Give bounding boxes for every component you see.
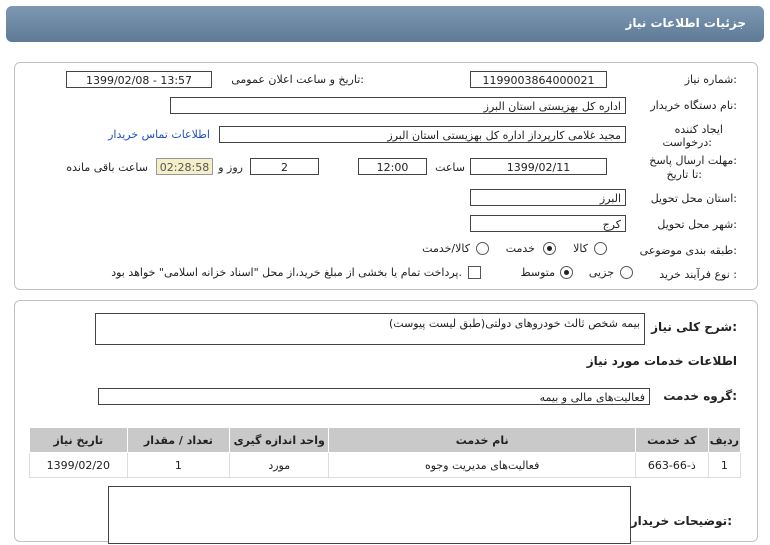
service-group-field: فعالیت‌های مالی و بیمه [98, 388, 650, 405]
category-radio-goods[interactable] [594, 242, 607, 255]
days-remaining-field: 2 [250, 158, 319, 175]
announce-datetime-label: تاریخ و ساعت اعلان عمومی: [231, 73, 364, 86]
process-radio-minor[interactable] [620, 266, 633, 279]
category-option-goods-service: کالا/خدمت [422, 242, 470, 255]
deadline-time-field: 12:00 [358, 158, 427, 175]
process-radio-medium[interactable] [560, 266, 573, 279]
cell-unit: مورد [229, 452, 330, 478]
category-label: طبقه بندی موضوعی: [639, 244, 737, 257]
deadline-label-line1: مهلت ارسال پاسخ: [649, 154, 737, 167]
deadline-time-label: ساعت [435, 161, 465, 174]
col-service-code: کد خدمت [634, 427, 709, 453]
province-label: استان محل تحویل: [650, 192, 737, 205]
cell-row: 1 [707, 452, 742, 478]
services-heading: اطلاعات خدمات مورد نیاز [586, 354, 737, 368]
cell-service-name: فعالیت‌های مدیریت وجوه [328, 452, 636, 478]
page-title: جزئیات اطلاعات نیاز [625, 16, 746, 30]
col-service-name: نام خدمت [328, 427, 636, 453]
deadline-date-field: 1399/02/11 [470, 158, 607, 175]
description-label: شرح کلی نیاز: [651, 320, 737, 334]
deadline-label-line2: تا تاریخ: [666, 168, 702, 181]
remaining-time-field: 02:28:58 [156, 158, 213, 175]
announce-datetime-field: 1399/02/08 - 13:57 [66, 71, 212, 88]
days-label: روز و [218, 161, 243, 174]
col-unit: واحد اندازه گیری [229, 427, 330, 453]
city-label: شهر محل تحویل: [657, 218, 737, 231]
process-option-minor: جزیی [588, 266, 614, 279]
buyer-notes-label: توضیحات خریدار: [630, 514, 732, 528]
col-date: تاریخ نیاز [29, 427, 128, 453]
buyer-org-label: نام دستگاه خریدار: [650, 99, 737, 112]
creator-label-line1: ایجاد کننده [674, 123, 723, 136]
category-radio-goods-service[interactable] [476, 242, 489, 255]
cell-date: 1399/02/20 [29, 452, 128, 478]
process-option-medium: متوسط [520, 266, 555, 279]
need-number-label: شماره نیاز: [684, 73, 737, 86]
service-group-label: گروه خدمت: [663, 389, 737, 403]
col-quantity: تعداد / مقدار [126, 427, 231, 453]
treasury-payment-checkbox[interactable] [468, 266, 481, 279]
category-option-goods: کالا [573, 242, 588, 255]
services-table-header: تاریخ نیاز تعداد / مقدار واحد اندازه گیر… [29, 427, 742, 453]
page-header: جزئیات اطلاعات نیاز [6, 6, 764, 42]
province-field: البرز [470, 189, 626, 206]
process-type-label: نوع فرآیند خرید : [659, 268, 737, 281]
buyer-org-field: اداره کل بهزیستی استان البرز [170, 97, 626, 114]
buyer-contact-link[interactable]: اطلاعات تماس خریدار [108, 128, 210, 141]
services-table: تاریخ نیاز تعداد / مقدار واحد اندازه گیر… [29, 427, 742, 478]
description-text: بیمه شخص ثالث خودروهای دولتی(طبق لیست پی… [389, 317, 640, 330]
treasury-payment-note: پرداخت تمام یا بخشی از مبلغ خرید،از محل … [111, 266, 462, 279]
cell-quantity: 1 [126, 452, 231, 478]
category-option-service: خدمت [505, 242, 535, 255]
buyer-notes-box [108, 486, 631, 544]
col-row: ردیف [707, 427, 742, 453]
need-number-field: 1199003864000021 [470, 71, 607, 88]
remaining-time-label: ساعت باقی مانده [66, 161, 148, 174]
category-radio-service[interactable] [543, 242, 556, 255]
cell-service-code: ذ-66-663 [634, 452, 709, 478]
city-field: کرج [470, 215, 626, 232]
creator-label-line2: درخواست: [662, 136, 713, 149]
creator-field: مجید غلامی کارپرداز اداره کل بهزیستی است… [219, 126, 626, 143]
table-row: 1399/02/20 1 مورد فعالیت‌های مدیریت وجوه… [29, 452, 742, 478]
